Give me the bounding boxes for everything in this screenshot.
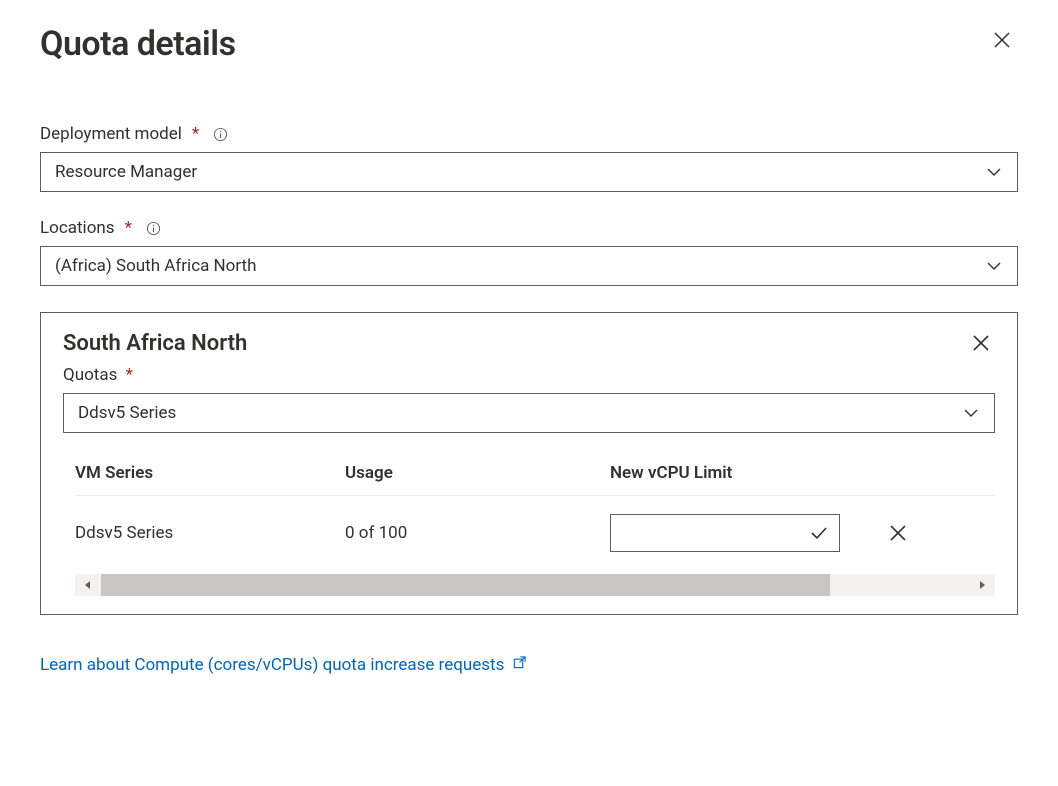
quotas-label-text: Quotas — [63, 365, 117, 385]
quota-table: VM Series Usage New vCPU Limit Ddsv5 Ser… — [63, 463, 995, 596]
quotas-dropdown[interactable]: Ddsv5 Series — [63, 393, 995, 433]
quotas-label: Quotas * — [63, 365, 995, 385]
table-header-row: VM Series Usage New vCPU Limit — [75, 463, 995, 496]
info-icon[interactable] — [213, 127, 228, 142]
scroll-right-button[interactable] — [969, 574, 995, 596]
scrollbar-track[interactable] — [101, 574, 969, 596]
col-header-series: VM Series — [75, 463, 345, 483]
new-vcpu-limit-input[interactable] — [610, 514, 840, 552]
locations-label-text: Locations — [40, 218, 115, 238]
row-series: Ddsv5 Series — [75, 523, 345, 543]
close-icon — [992, 30, 1012, 50]
region-title: South Africa North — [63, 331, 247, 356]
learn-more-text: Learn about Compute (cores/vCPUs) quota … — [40, 655, 504, 675]
col-header-usage: Usage — [345, 463, 610, 483]
chevron-down-icon — [985, 257, 1003, 275]
external-link-icon — [512, 655, 527, 675]
horizontal-scrollbar[interactable] — [75, 574, 995, 596]
info-icon[interactable] — [146, 221, 161, 236]
locations-value: (Africa) South Africa North — [55, 256, 985, 276]
remove-row-button[interactable] — [888, 523, 908, 543]
chevron-down-icon — [962, 404, 980, 422]
col-header-limit: New vCPU Limit — [610, 463, 870, 483]
required-indicator: * — [125, 218, 132, 238]
chevron-down-icon — [985, 163, 1003, 181]
learn-more-link[interactable]: Learn about Compute (cores/vCPUs) quota … — [40, 655, 527, 675]
quotas-value: Ddsv5 Series — [78, 403, 962, 423]
close-panel-button[interactable] — [986, 24, 1018, 56]
scroll-left-button[interactable] — [75, 574, 101, 596]
deployment-model-label-text: Deployment model — [40, 124, 182, 144]
row-usage: 0 of 100 — [345, 523, 610, 543]
locations-dropdown[interactable]: (Africa) South Africa North — [40, 246, 1018, 286]
region-card: South Africa North Quotas * Ddsv5 Series… — [40, 312, 1018, 615]
required-indicator: * — [192, 124, 199, 144]
locations-label: Locations * — [40, 218, 1018, 238]
remove-region-button[interactable] — [967, 329, 995, 357]
page-title: Quota details — [40, 24, 236, 64]
close-icon — [888, 523, 908, 543]
scrollbar-thumb[interactable] — [101, 574, 830, 596]
deployment-model-value: Resource Manager — [55, 162, 985, 182]
checkmark-icon — [809, 523, 829, 543]
close-icon — [971, 333, 991, 353]
deployment-model-dropdown[interactable]: Resource Manager — [40, 152, 1018, 192]
table-row: Ddsv5 Series 0 of 100 — [75, 496, 995, 570]
required-indicator: * — [126, 365, 133, 385]
deployment-model-label: Deployment model * — [40, 124, 1018, 144]
